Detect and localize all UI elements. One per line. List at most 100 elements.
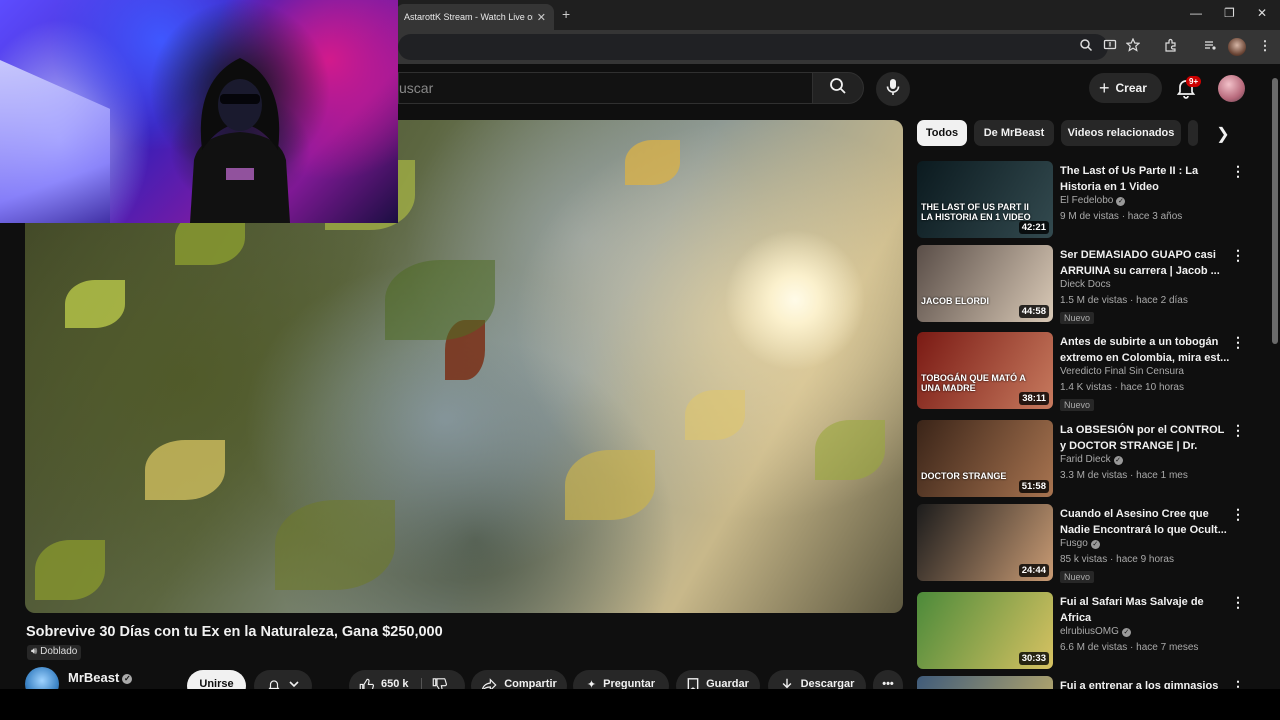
video-thumbnail[interactable]: DOCTOR STRANGE 51:58 — [917, 420, 1053, 497]
recommended-video[interactable]: TOBOGÁN QUE MATÓ A UNA MADRE 38:11 Antes d… — [917, 332, 1257, 412]
video-frame-leaf — [815, 420, 885, 480]
recommended-title[interactable]: La OBSESIÓN por el CONTROL y DOCTOR STRA… — [1060, 422, 1230, 454]
search-icon — [829, 77, 847, 100]
recommended-channel[interactable]: Dieck Docs — [1060, 279, 1111, 290]
create-label: Crear — [1115, 81, 1147, 95]
recommended-title[interactable]: Fui al Safari Mas Salvaje de Africa — [1060, 594, 1230, 626]
video-duration: 24:44 — [1018, 564, 1049, 577]
recommended-meta: 85 k vistas · hace 9 horas — [1060, 554, 1174, 565]
maximize-button[interactable]: ❐ — [1224, 6, 1235, 20]
video-frame-leaf — [35, 540, 105, 600]
video-frame-leaf — [565, 450, 655, 520]
video-duration: 42:21 — [1018, 221, 1049, 234]
channel-name[interactable]: MrBeast ✓ — [68, 670, 133, 685]
browser-tab-title: AstarottK Stream - Watch Live on — [404, 12, 533, 22]
recommended-title[interactable]: Antes de subirte a un tobogán extremo en… — [1060, 334, 1230, 366]
scrollbar-thumb[interactable] — [1272, 78, 1278, 344]
url-input[interactable] — [398, 34, 1108, 60]
notification-badge: 9+ — [1186, 76, 1202, 87]
recommended-meta: 1.4 K vistas · hace 10 horas — [1060, 382, 1184, 393]
dubbed-icon: 🔊︎ — [31, 646, 38, 657]
recommended-channel[interactable]: Veredicto Final Sin Censura — [1060, 366, 1184, 377]
video-frame-leaf — [625, 140, 680, 185]
more-vertical-icon[interactable]: ⋮ — [1231, 247, 1245, 264]
recommended-channel[interactable]: Farid Dieck ✓ — [1060, 454, 1123, 465]
thumbnail-text: TOBOGÁN QUE MATÓ A UNA MADRE — [921, 373, 1026, 393]
new-badge: Nuevo — [1060, 571, 1095, 583]
plus-icon: + — [1099, 77, 1110, 98]
recommended-title[interactable]: Cuando el Asesino Cree que Nadie Encontr… — [1060, 506, 1230, 538]
video-duration: 30:33 — [1018, 652, 1049, 665]
recommended-meta: 9 M de vistas · hace 3 años — [1060, 211, 1183, 222]
channel-name-text: MrBeast — [68, 670, 120, 685]
more-vertical-icon[interactable]: ⋮ — [1231, 334, 1245, 351]
video-thumbnail[interactable]: JACOB ELORDI 44:58 — [917, 245, 1053, 322]
media-control-icon[interactable] — [1201, 38, 1219, 56]
webcam-wall — [0, 60, 110, 223]
new-badge: Nuevo — [1060, 399, 1095, 411]
video-thumbnail[interactable]: 30:33 — [917, 592, 1053, 669]
chip-partial[interactable] — [1188, 120, 1198, 146]
browser-menu-icon[interactable]: ⋮ — [1256, 38, 1274, 56]
new-badge: Nuevo — [1060, 312, 1095, 324]
video-title: Sobrevive 30 Días con tu Ex en la Natura… — [26, 624, 443, 640]
video-thumbnail[interactable]: 24:44 — [917, 504, 1053, 581]
verified-icon: ✓ — [1113, 456, 1123, 465]
video-duration: 44:58 — [1018, 305, 1049, 318]
dubbed-badge: 🔊︎ Doblado — [27, 645, 82, 660]
recommended-channel[interactable]: Fusgo ✓ — [1060, 538, 1100, 549]
browser-tab[interactable]: AstarottK Stream - Watch Live on ✕ — [396, 4, 554, 30]
video-frame-leaf — [385, 260, 495, 340]
close-tab-icon[interactable]: ✕ — [537, 11, 546, 24]
profile-avatar-icon[interactable] — [1228, 38, 1246, 56]
more-vertical-icon[interactable]: ⋮ — [1231, 422, 1245, 439]
webcam-overlay — [0, 0, 398, 223]
recommended-channel-name: elrubiusOMG — [1060, 626, 1119, 637]
bookmark-star-icon[interactable] — [1124, 37, 1142, 56]
thumbnail-text: THE LAST OF US PART II LA HISTORIA EN 1 … — [921, 202, 1031, 222]
extensions-icon[interactable] — [1162, 38, 1180, 56]
recommended-meta: 3.3 M de vistas · hace 1 mes — [1060, 470, 1188, 481]
chip-de-mrbeast[interactable]: De MrBeast — [974, 120, 1054, 146]
recommended-channel[interactable]: elrubiusOMG ✓ — [1060, 626, 1131, 637]
page-scrollbar[interactable] — [1270, 64, 1280, 689]
recommended-title[interactable]: Ser DEMASIADO GUAPO casi ARRUINA su carr… — [1060, 247, 1230, 279]
verified-icon: ✓ — [1090, 540, 1100, 549]
close-window-button[interactable]: ✕ — [1257, 6, 1267, 20]
account-avatar[interactable] — [1218, 75, 1245, 102]
recommended-channel-name: El Fedelobo — [1060, 195, 1114, 206]
recommended-title[interactable]: The Last of Us Parte II : La Historia en… — [1060, 163, 1230, 195]
recommended-video[interactable]: 30:33 Fui al Safari Mas Salvaje de Africa… — [917, 592, 1257, 672]
more-vertical-icon[interactable]: ⋮ — [1231, 506, 1245, 523]
recommended-channel[interactable]: El Fedelobo ✓ — [1060, 195, 1126, 206]
new-tab-button[interactable]: + — [562, 6, 570, 22]
taskbar — [0, 689, 1280, 720]
search-input[interactable]: uscar — [398, 72, 812, 104]
chip-todos[interactable]: Todos — [917, 120, 967, 146]
search-button[interactable] — [812, 72, 864, 104]
recommended-meta: 6.6 M de vistas · hace 7 meses — [1060, 642, 1199, 653]
zoom-icon[interactable] — [1077, 38, 1095, 56]
video-frame-leaf — [685, 390, 745, 440]
verified-icon: ✓ — [1121, 628, 1131, 637]
video-duration: 38:11 — [1019, 392, 1049, 405]
create-button[interactable]: + Crear — [1089, 73, 1162, 103]
video-frame-leaf — [65, 280, 125, 328]
chip-videos-relacionados[interactable]: Videos relacionados — [1061, 120, 1181, 146]
microphone-icon — [885, 78, 901, 101]
chevron-right-icon[interactable]: ❯ — [1212, 124, 1234, 144]
voice-search-button[interactable] — [876, 72, 910, 106]
recommended-video[interactable]: THE LAST OF US PART II LA HISTORIA EN 1 … — [917, 161, 1257, 241]
streamer-figure — [190, 58, 290, 223]
verified-icon: ✓ — [1116, 197, 1126, 206]
video-thumbnail[interactable]: TOBOGÁN QUE MATÓ A UNA MADRE 38:11 — [917, 332, 1053, 409]
more-vertical-icon[interactable]: ⋮ — [1231, 163, 1245, 180]
video-frame-leaf — [145, 440, 225, 500]
video-thumbnail[interactable]: THE LAST OF US PART II LA HISTORIA EN 1 … — [917, 161, 1053, 238]
recommended-video[interactable]: 24:44 Cuando el Asesino Cree que Nadie En… — [917, 504, 1257, 584]
minimize-button[interactable]: — — [1190, 6, 1202, 20]
recommended-video[interactable]: DOCTOR STRANGE 51:58 La OBSESIÓN por el CO… — [917, 420, 1257, 500]
install-app-icon[interactable] — [1101, 38, 1119, 56]
more-vertical-icon[interactable]: ⋮ — [1231, 594, 1245, 611]
recommended-video[interactable]: JACOB ELORDI 44:58 Ser DEMASIADO GUAPO cas… — [917, 245, 1257, 325]
